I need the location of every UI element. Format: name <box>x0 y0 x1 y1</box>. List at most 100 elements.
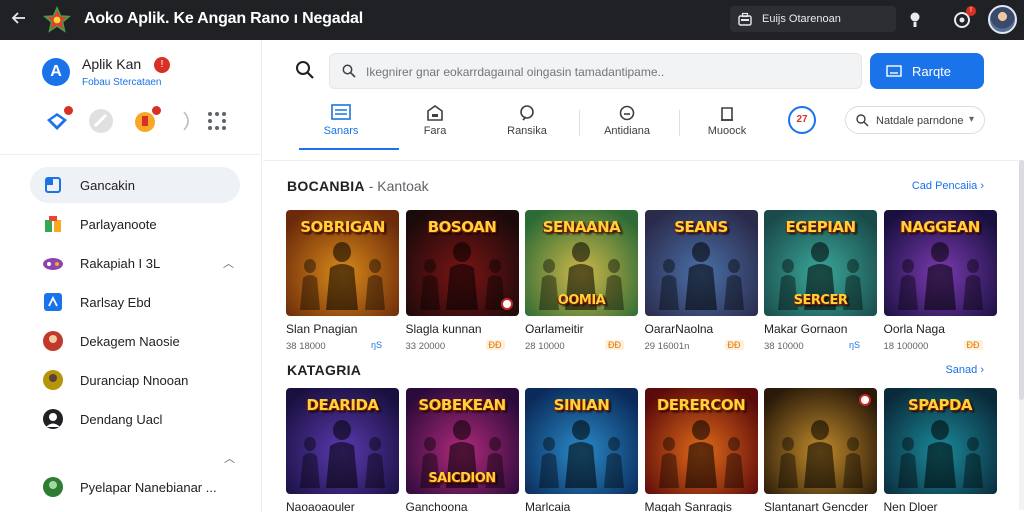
app-thumbnail[interactable]: NAGGEAN <box>883 210 997 316</box>
app-card[interactable]: DERERCON Magah Sanragis <box>644 388 758 512</box>
app-rating-tag: ĐĐ <box>963 340 983 350</box>
puzzle-icon <box>45 216 61 232</box>
main-scrollbar[interactable] <box>1019 160 1024 510</box>
sidebar-item-parlayanoote[interactable]: Parlayanoote <box>30 206 240 242</box>
app-thumbnail[interactable]: SOBRIGAN <box>286 210 399 316</box>
tab-muoock[interactable]: Muoock <box>677 102 777 150</box>
sidebar-item-pyelapar[interactable]: Pyelapar Nanebianar ... <box>30 469 240 505</box>
notifications-button[interactable]: ! <box>951 6 976 31</box>
alert-button[interactable] <box>904 9 926 31</box>
sidebar-item-gancakin[interactable]: Gancakin <box>30 167 240 203</box>
sidebar-item-label: Rarlsay Ebd <box>80 295 151 310</box>
app-thumbnail[interactable]: SPAPDA <box>883 388 997 494</box>
sidebar-app-subtitle[interactable]: Fobau Stercataen <box>82 77 162 88</box>
game-art-subtitle: SAICDION <box>428 471 496 486</box>
app-thumbnail[interactable]: DERERCON <box>644 388 758 494</box>
app-card[interactable]: DEARIDA Naoaoaouler <box>286 388 399 512</box>
briefcase-icon <box>738 12 752 26</box>
scrollbar-thumb[interactable] <box>1019 160 1024 400</box>
quick-disc-button[interactable] <box>88 108 114 134</box>
quick-moon-button[interactable] <box>172 108 198 134</box>
person-icon <box>43 409 63 429</box>
app-card[interactable]: BOSOAN Slagla kunnan 33 20000 ĐĐ <box>405 210 519 353</box>
app-thumbnail[interactable]: SINIAN <box>525 388 638 494</box>
tabs-divider <box>263 160 1024 161</box>
sidebar-item-rarlsay[interactable]: Rarlsay Ebd <box>30 284 240 320</box>
main-content: Rarqte Sanars Fara Ransika Antidiana Muo… <box>263 40 1024 512</box>
quick-shield-button[interactable] <box>44 106 73 134</box>
search-submit-button[interactable]: Rarqte <box>870 53 984 89</box>
tab-antidiana[interactable]: Antidiana <box>577 102 677 150</box>
section-link-label: Cad Pencaiia <box>911 180 978 192</box>
user-avatar[interactable] <box>988 5 1017 34</box>
app-card[interactable]: SENAANA OOMIA Oarlameitir 28 10000 ĐĐ <box>525 210 638 353</box>
sidebar-item-label: Dekagem Naosie <box>80 334 180 349</box>
app-card[interactable]: SEANS OararNaolna 29 16001n ĐĐ <box>644 210 758 353</box>
sidebar-item-dendang[interactable]: Dendang Uacl <box>30 401 240 437</box>
app-name: Oarlameitir <box>525 322 584 336</box>
sidebar-divider <box>0 154 262 155</box>
search-input[interactable] <box>366 62 846 82</box>
app-card[interactable]: NAGGEAN Oorla Naga 18 100000 ĐĐ <box>883 210 997 353</box>
section-title-main: KATAGRIA <box>287 362 362 378</box>
tab-label: Ransika <box>507 125 547 137</box>
apps-grid-icon <box>208 112 226 130</box>
game-art-title: SENAANA <box>542 218 621 236</box>
app-name: Marlcaia <box>525 500 571 512</box>
app-meta: 28 10000 ĐĐ <box>525 340 638 353</box>
bag-icon <box>721 107 733 121</box>
game-art-title: DERERCON <box>656 396 746 414</box>
tab-label: Muoock <box>707 125 747 137</box>
sidebar-item-dekagem[interactable]: Dekagem Naosie <box>30 323 240 359</box>
filter-label: Natdale parndone <box>876 115 964 127</box>
tab-fara[interactable]: Fara <box>385 102 485 150</box>
quick-apps-button[interactable] <box>204 108 230 134</box>
app-card[interactable]: Slantanart Gencder <box>764 388 877 512</box>
game-art-title: SINIAN <box>553 396 610 414</box>
sidebar-app-name: Aplik Kan <box>82 56 142 72</box>
app-thumbnail[interactable]: SOBEKEAN SAICDION <box>405 388 519 494</box>
sidebar-item-duranciap[interactable]: Duranciap Nnooan <box>30 362 240 398</box>
brand-badge-icon[interactable]: 27 <box>788 106 816 134</box>
section-see-all-link[interactable]: Cad Pencaiia › <box>912 180 984 192</box>
sort-filter-dropdown[interactable]: Natdale parndone ▾ <box>845 106 985 134</box>
app-thumbnail[interactable] <box>764 388 877 494</box>
section-see-all-link[interactable]: Sanad › <box>945 364 984 376</box>
tab-sanars[interactable]: Sanars <box>291 102 399 150</box>
chat-icon <box>520 105 534 121</box>
tab-ransika[interactable]: Ransika <box>477 102 577 150</box>
app-thumbnail[interactable]: SEANS <box>644 210 758 316</box>
section-title: KATAGRIA <box>287 362 361 378</box>
sidebar-item-rakapiah[interactable]: Rakapiah I 3L ︿ <box>30 245 240 281</box>
collapse-chevron-icon[interactable]: ︿ <box>224 450 235 466</box>
badge-icon <box>619 105 635 121</box>
app-download-count: 38 10000 <box>764 341 804 352</box>
app-card[interactable]: EGEPIAN SERCER Makar Gornaon 38 10000 ŋS <box>764 210 877 353</box>
app-download-count: 28 10000 <box>525 341 565 352</box>
sidebar-item-label: Dendang Uacl <box>80 412 163 427</box>
quick-gift-button[interactable] <box>132 106 161 134</box>
app-name: Ganchoona <box>405 500 468 512</box>
app-thumbnail[interactable]: SENAANA OOMIA <box>525 210 638 316</box>
app-card[interactable]: SPAPDA Nen Dloer <box>883 388 997 512</box>
chevron-up-icon[interactable]: ︿ <box>223 255 234 271</box>
app-thumbnail[interactable]: EGEPIAN SERCER <box>764 210 877 316</box>
app-download-count: 38 18000 <box>286 341 326 352</box>
app-meta: 29 16001n ĐĐ <box>645 340 758 353</box>
app-name: Naoaoaouler <box>286 500 355 512</box>
app-download-count: 18 100000 <box>883 341 929 352</box>
account-chip[interactable]: Euijs Otarenoan <box>730 6 896 32</box>
arrow-left-icon <box>11 12 25 24</box>
back-button[interactable] <box>8 9 30 31</box>
search-button[interactable] <box>295 60 315 80</box>
app-thumbnail[interactable]: BOSOAN <box>405 210 519 316</box>
app-name: Oorla Naga <box>883 322 945 336</box>
avatar-red-icon <box>43 331 63 351</box>
app-thumbnail[interactable]: DEARIDA <box>286 388 399 494</box>
app-card[interactable]: SINIAN Marlcaia <box>525 388 638 512</box>
app-name: Makar Gornaon <box>764 322 848 336</box>
app-card[interactable]: SOBRIGAN Slan Pnagian 38 18000 ŋS <box>286 210 399 353</box>
app-card[interactable]: SOBEKEAN SAICDION Ganchoona <box>405 388 519 512</box>
record-badge-icon <box>500 298 513 310</box>
app-name: Slantanart Gencder <box>764 500 869 512</box>
